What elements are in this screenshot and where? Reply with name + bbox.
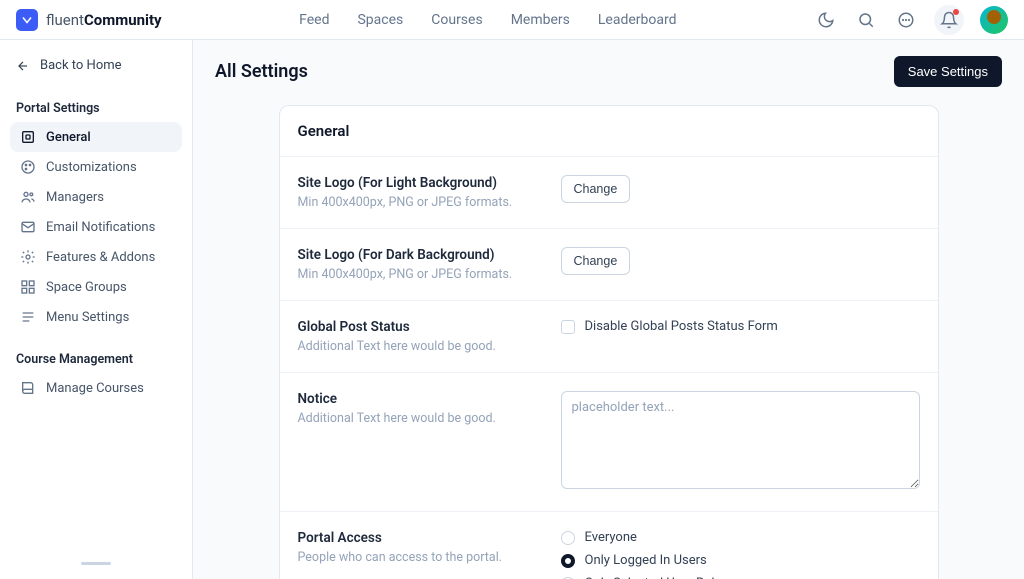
sidebar-item-managers[interactable]: Managers	[10, 182, 182, 212]
nav-spaces[interactable]: Spaces	[357, 12, 403, 28]
palette-icon	[20, 159, 36, 175]
notice-textarea[interactable]	[561, 391, 920, 489]
setting-desc: People who can access to the portal.	[298, 550, 543, 565]
radio-label: Only Logged In Users	[585, 553, 707, 568]
radio-icon	[561, 531, 575, 545]
gear-icon	[20, 249, 36, 265]
back-label: Back to Home	[40, 58, 122, 73]
sidebar: Back to Home Portal Settings General Cus…	[0, 40, 193, 579]
change-logo-dark-button[interactable]: Change	[561, 247, 631, 275]
nav-members[interactable]: Members	[511, 12, 570, 28]
sidebar-section-portal: Portal Settings	[10, 95, 182, 122]
avatar[interactable]	[980, 6, 1008, 34]
setting-title: Site Logo (For Dark Background)	[298, 247, 543, 263]
sidebar-item-label: Manage Courses	[46, 381, 144, 396]
sidebar-item-email[interactable]: Email Notifications	[10, 212, 182, 242]
setting-desc: Min 400x400px, PNG or JPEG formats.	[298, 267, 543, 282]
nav-courses[interactable]: Courses	[431, 12, 482, 28]
radio-label: Everyone	[585, 530, 637, 545]
users-icon	[20, 189, 36, 205]
row-logo-light: Site Logo (For Light Background) Min 400…	[280, 157, 938, 229]
chat-icon[interactable]	[894, 8, 918, 32]
sidebar-item-label: General	[46, 130, 91, 145]
save-settings-button[interactable]: Save Settings	[894, 56, 1002, 87]
card-title: General	[280, 106, 938, 157]
arrow-left-icon	[16, 59, 30, 73]
sidebar-section-course: Course Management	[10, 346, 182, 373]
setting-desc: Additional Text here would be good.	[298, 339, 543, 354]
mail-icon	[20, 219, 36, 235]
setting-title: Notice	[298, 391, 543, 407]
book-icon	[20, 380, 36, 396]
sidebar-item-menu-settings[interactable]: Menu Settings	[10, 302, 182, 332]
sidebar-item-features[interactable]: Features & Addons	[10, 242, 182, 272]
nav-feed[interactable]: Feed	[299, 12, 329, 28]
search-icon[interactable]	[854, 8, 878, 32]
portal-access-everyone-radio[interactable]: Everyone	[561, 530, 920, 545]
sidebar-item-label: Email Notifications	[46, 220, 155, 235]
dark-mode-icon[interactable]	[814, 8, 838, 32]
square-icon	[20, 129, 36, 145]
brand[interactable]: fluentCommunity	[16, 9, 162, 31]
change-logo-light-button[interactable]: Change	[561, 175, 631, 203]
sidebar-item-label: Space Groups	[46, 280, 127, 295]
sidebar-item-label: Managers	[46, 190, 104, 205]
top-nav: Feed Spaces Courses Members Leaderboard	[162, 12, 814, 28]
menu-icon	[20, 309, 36, 325]
top-bar: fluentCommunity Feed Spaces Courses Memb…	[0, 0, 1024, 40]
portal-access-logged-in-radio[interactable]: Only Logged In Users	[561, 553, 920, 568]
row-global-post-status: Global Post Status Additional Text here …	[280, 301, 938, 373]
sidebar-item-general[interactable]: General	[10, 122, 182, 152]
grid-icon	[20, 279, 36, 295]
sidebar-item-label: Customizations	[46, 160, 137, 175]
row-logo-dark: Site Logo (For Dark Background) Min 400x…	[280, 229, 938, 301]
setting-desc: Additional Text here would be good.	[298, 411, 543, 426]
top-actions	[814, 5, 1008, 35]
brand-name: fluentCommunity	[46, 11, 162, 29]
row-notice: Notice Additional Text here would be goo…	[280, 373, 938, 512]
page-title: All Settings	[215, 61, 308, 82]
sidebar-item-label: Features & Addons	[46, 250, 155, 265]
settings-card: General Site Logo (For Light Background)…	[279, 105, 939, 579]
sidebar-item-manage-courses[interactable]: Manage Courses	[10, 373, 182, 403]
row-portal-access: Portal Access People who can access to t…	[280, 512, 938, 579]
back-to-home[interactable]: Back to Home	[10, 54, 182, 77]
drag-handle-icon	[81, 562, 111, 565]
setting-title: Site Logo (For Light Background)	[298, 175, 543, 191]
main-content: All Settings Save Settings General Site …	[193, 40, 1024, 579]
setting-desc: Min 400x400px, PNG or JPEG formats.	[298, 195, 543, 210]
sidebar-item-label: Menu Settings	[46, 310, 129, 325]
sidebar-item-customizations[interactable]: Customizations	[10, 152, 182, 182]
notification-icon[interactable]	[934, 5, 964, 35]
main-header: All Settings Save Settings	[215, 56, 1002, 87]
setting-title: Global Post Status	[298, 319, 543, 335]
setting-title: Portal Access	[298, 530, 543, 546]
nav-leaderboard[interactable]: Leaderboard	[598, 12, 677, 28]
notification-dot-icon	[953, 9, 959, 15]
brand-logo-icon	[16, 9, 38, 31]
sidebar-item-space-groups[interactable]: Space Groups	[10, 272, 182, 302]
radio-checked-icon	[561, 554, 575, 568]
checkbox-icon	[561, 320, 575, 334]
disable-global-posts-checkbox[interactable]: Disable Global Posts Status Form	[561, 319, 920, 334]
checkbox-label: Disable Global Posts Status Form	[585, 319, 778, 334]
